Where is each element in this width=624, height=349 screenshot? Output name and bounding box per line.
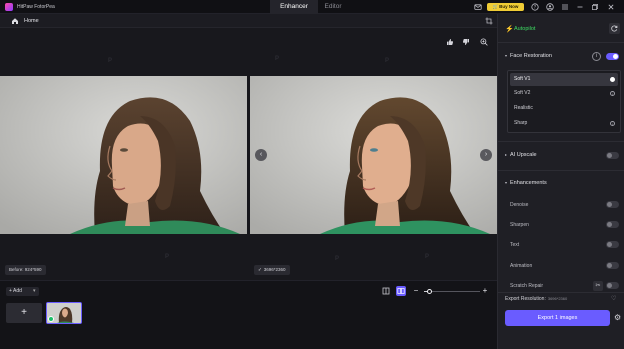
chevron-down-icon[interactable]: ▾	[33, 287, 36, 296]
account-icon[interactable]	[546, 3, 554, 11]
download-icon[interactable]: ↓	[610, 121, 615, 126]
option-soft-v2[interactable]: Soft V2 ↓	[510, 87, 618, 100]
option-realistic[interactable]: Realistic	[510, 102, 618, 115]
close-icon[interactable]	[607, 3, 615, 11]
thumbs-down-icon[interactable]	[462, 38, 470, 46]
option-label: Realistic	[514, 105, 533, 111]
gear-icon[interactable]: ⚙	[614, 313, 621, 322]
enhancements-header[interactable]: ▾ Enhancements	[505, 180, 547, 186]
home-icon[interactable]	[11, 17, 19, 25]
divider	[498, 141, 624, 142]
buy-now-button[interactable]: 🛒Buy Now	[487, 3, 524, 11]
enhancement-text: Text	[510, 242, 520, 248]
download-icon[interactable]: ↓	[610, 91, 615, 96]
preview-canvas: P P P P P P ‹ › Before: 924*590 ✓ 3696*2…	[0, 28, 497, 280]
add-button[interactable]: + Add ▾	[6, 287, 39, 296]
export-resolution: Export Resolution: 3696*2360	[505, 296, 567, 302]
app-logo	[5, 3, 13, 11]
export-resolution-value: 3696*2360	[547, 296, 568, 301]
chevron-down-icon: ▾	[505, 53, 508, 58]
watermark: P	[425, 254, 430, 260]
divider	[498, 292, 624, 293]
option-sharp[interactable]: Sharp ↓	[510, 117, 618, 130]
crop-icon[interactable]	[485, 17, 493, 27]
ai-upscale-title: AI Upscale	[510, 152, 537, 158]
enhancement-sharpen: Sharpen	[510, 222, 529, 228]
tab-enhancer[interactable]: Enhancer	[270, 0, 318, 14]
zoom-slider[interactable]	[424, 289, 480, 294]
menu-icon[interactable]	[561, 3, 569, 11]
animation-toggle[interactable]	[606, 262, 619, 269]
minimize-icon[interactable]	[576, 3, 584, 11]
after-image	[250, 76, 497, 234]
watermark: P	[275, 56, 280, 62]
zoom-in-icon[interactable]	[480, 38, 488, 46]
before-image	[0, 76, 247, 234]
tab-editor[interactable]: Editor	[318, 0, 348, 14]
next-arrow-icon[interactable]: ›	[480, 149, 492, 161]
buy-now-label: Buy Now	[499, 4, 519, 9]
previous-arrow-icon[interactable]: ‹	[255, 149, 267, 161]
after-size-label: ✓ 3696*2360	[254, 265, 290, 275]
mail-icon[interactable]	[474, 3, 482, 11]
cart-icon: 🛒	[492, 4, 499, 9]
watermark: P	[335, 256, 340, 262]
option-soft-v1[interactable]: Soft V1	[510, 73, 618, 86]
ai-upscale-toggle[interactable]	[606, 152, 619, 159]
option-label: Soft V1	[514, 76, 531, 82]
enhancement-scratch-repair: Scratch Repair	[510, 283, 544, 289]
option-label: Sharp	[514, 120, 528, 126]
face-restoration-toggle[interactable]	[606, 53, 619, 60]
text-toggle[interactable]	[606, 241, 619, 248]
option-label: Soft V2	[514, 90, 531, 96]
autopilot-label[interactable]: Autopilot	[514, 26, 535, 32]
divider	[498, 170, 624, 171]
add-image-tile[interactable]: +	[6, 303, 42, 323]
zoom-slider-thumb[interactable]	[427, 289, 433, 294]
face-restoration-title: Face Restoration	[510, 53, 552, 59]
settings-panel: ⚡ Autopilot ▾ Face Restoration i Soft V1 …	[497, 14, 624, 349]
single-view-icon[interactable]	[381, 286, 391, 296]
filmstrip: + Add ▾ − + +	[0, 280, 497, 349]
zoom-in-button[interactable]: +	[481, 286, 489, 296]
enhancement-denoise: Denoise	[510, 202, 529, 208]
help-icon[interactable]: ?	[531, 3, 539, 11]
image-thumbnail[interactable]	[46, 302, 82, 324]
info-icon[interactable]: i	[592, 52, 601, 61]
breadcrumb: Home	[0, 14, 497, 28]
check-icon: ✓	[258, 267, 262, 272]
after-size-text: 3696*2360	[263, 267, 286, 272]
zoom-out-button[interactable]: −	[412, 286, 420, 296]
app-title: HitPaw FotorPea	[17, 4, 55, 10]
face-restoration-header[interactable]: ▾ Face Restoration	[505, 53, 552, 59]
heart-icon[interactable]: ♡	[611, 295, 616, 302]
enhancement-animation: Animation	[510, 263, 533, 269]
compare-view-icon[interactable]	[396, 286, 406, 296]
ai-upscale-header[interactable]: ▸ AI Upscale	[505, 152, 537, 158]
enhancements-title: Enhancements	[510, 180, 547, 186]
scratch-repair-toggle[interactable]	[606, 282, 619, 289]
refresh-button[interactable]	[609, 23, 620, 34]
selected-badge	[48, 316, 54, 322]
export-resolution-label: Export Resolution:	[505, 296, 546, 302]
face-restoration-options: Soft V1 Soft V2 ↓ Realistic Sharp ↓	[507, 70, 621, 133]
lightning-icon: ⚡	[505, 26, 514, 33]
watermark: P	[165, 254, 170, 260]
divider	[498, 42, 624, 43]
thumbs-up-icon[interactable]	[446, 38, 454, 46]
denoise-toggle[interactable]	[606, 201, 619, 208]
selected-radio-icon	[610, 77, 615, 82]
export-button[interactable]: Export 1 images	[505, 310, 610, 326]
add-button-label: + Add	[9, 288, 22, 294]
sharpen-toggle[interactable]	[606, 221, 619, 228]
before-size-label: Before: 924*590	[5, 265, 46, 275]
watermark: P	[108, 58, 113, 64]
title-bar: HitPaw FotorPea Enhancer Editor 🛒Buy Now…	[0, 0, 624, 14]
breadcrumb-home[interactable]: Home	[24, 18, 39, 24]
chevron-right-icon: ▸	[505, 152, 508, 157]
brush-icon[interactable]: ✂	[593, 281, 603, 291]
chevron-down-icon: ▾	[505, 180, 508, 185]
watermark: P	[385, 58, 390, 64]
maximize-icon[interactable]	[591, 3, 599, 11]
